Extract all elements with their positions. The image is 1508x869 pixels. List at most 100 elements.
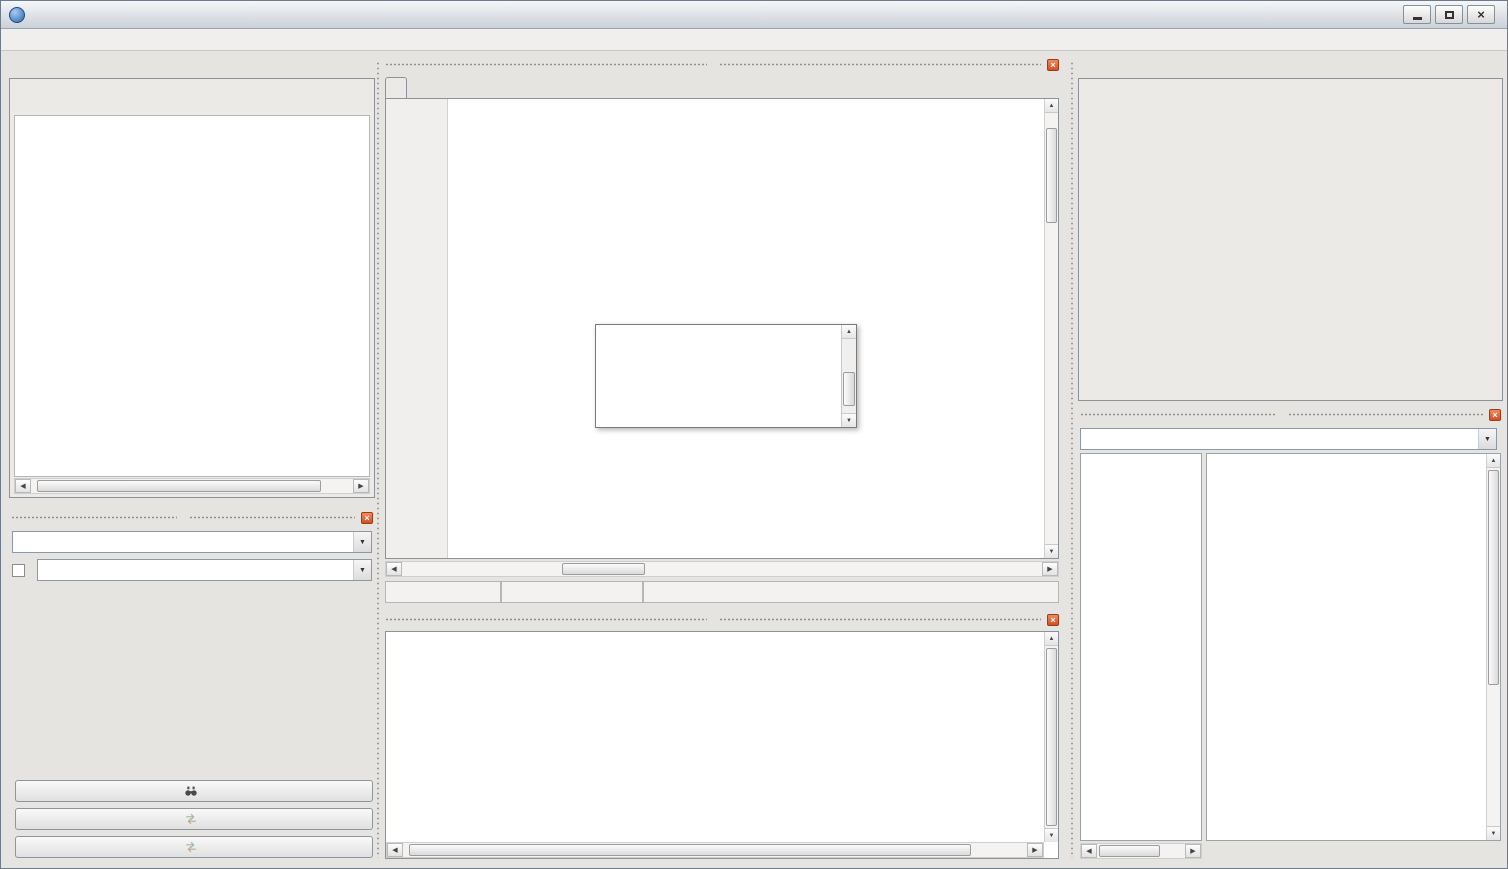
- library-hscrollbar[interactable]: ◀ ▶: [14, 478, 370, 494]
- close-panel-icon[interactable]: ×: [1047, 59, 1059, 71]
- configuration-editor: ◀ ▶ ▲ ▼: [1080, 453, 1501, 859]
- category-hscrollbar[interactable]: ◀ ▶: [1080, 843, 1202, 859]
- scrollbar-thumb[interactable]: [1099, 845, 1161, 857]
- scroll-down-button[interactable]: ▼: [1487, 826, 1500, 840]
- editor-statusbar: [385, 581, 1059, 603]
- find-button[interactable]: [15, 780, 373, 802]
- replace-all-icon: [184, 840, 198, 854]
- scrollbar-thumb[interactable]: [843, 372, 855, 405]
- scrollbar-track[interactable]: [1045, 113, 1058, 544]
- close-panel-icon[interactable]: ×: [1047, 614, 1059, 626]
- minimize-button[interactable]: [1403, 5, 1431, 24]
- scroll-down-button[interactable]: ▼: [1045, 828, 1058, 842]
- scrollbar-thumb[interactable]: [37, 480, 320, 492]
- close-panel-icon[interactable]: ×: [1489, 409, 1501, 421]
- header-grip: [385, 617, 707, 622]
- completion-popup[interactable]: ▲ ▼: [595, 324, 857, 428]
- window-controls: ×: [1403, 5, 1499, 24]
- maximize-button[interactable]: [1435, 5, 1463, 24]
- center-column: × ▲ ▼ ▲ ▼ ◀ ▶: [383, 56, 1061, 862]
- property-grid: ▲ ▼: [1206, 453, 1501, 841]
- replace-with-combo[interactable]: ▼: [37, 559, 372, 581]
- scrollbar-track[interactable]: [1097, 844, 1185, 858]
- search-replace-header: ×: [9, 509, 375, 526]
- scrollbar-thumb[interactable]: [1488, 470, 1499, 685]
- project-configuration-header: ×: [1078, 406, 1503, 423]
- close-button[interactable]: ×: [1467, 5, 1495, 24]
- library-manager-panel: ◀ ▶: [9, 78, 375, 498]
- binoculars-icon: [184, 784, 198, 798]
- replace-with-checkbox[interactable]: [12, 564, 25, 577]
- scroll-left-button[interactable]: ◀: [387, 843, 403, 857]
- close-panel-icon[interactable]: ×: [361, 512, 373, 524]
- scrollbar-track[interactable]: [1045, 646, 1058, 828]
- scroll-right-button[interactable]: ▶: [353, 479, 369, 493]
- messages-hscrollbar[interactable]: ◀ ▶: [386, 842, 1044, 858]
- configuration-selector-row: ▼: [1080, 427, 1501, 451]
- header-grip: [189, 515, 355, 520]
- project-inspector-panel: [1078, 78, 1503, 401]
- scrollbar-thumb[interactable]: [1046, 648, 1057, 826]
- scroll-right-button[interactable]: ▶: [1185, 844, 1201, 858]
- property-rows: [1207, 454, 1486, 840]
- scroll-up-button[interactable]: ▲: [1045, 632, 1058, 646]
- replace-with-row: ▼: [12, 559, 372, 581]
- file-path: [643, 581, 1059, 603]
- property-vscrollbar[interactable]: ▲ ▼: [1486, 454, 1500, 840]
- library-toolbar: [10, 79, 374, 111]
- scrollbar-thumb[interactable]: [562, 563, 645, 575]
- scrollbar-track[interactable]: [402, 562, 1042, 576]
- replace-all-button[interactable]: [15, 836, 373, 858]
- scrollbar-track[interactable]: [1487, 468, 1500, 826]
- replace-button[interactable]: [15, 808, 373, 830]
- scroll-left-button[interactable]: ◀: [15, 479, 31, 493]
- scroll-right-button[interactable]: ▶: [1027, 843, 1043, 857]
- scrollbar-track[interactable]: [31, 479, 353, 493]
- scroll-down-button[interactable]: ▼: [842, 413, 856, 427]
- chevron-down-icon[interactable]: ▼: [353, 532, 371, 552]
- right-column: × ▼ ◀ ▶ ▲ ▼: [1078, 56, 1503, 862]
- library-table[interactable]: [14, 115, 370, 477]
- scrollbar-track[interactable]: [842, 339, 856, 413]
- code-editor[interactable]: ▲ ▼ ▲ ▼: [385, 98, 1059, 559]
- maximize-icon: [1445, 11, 1454, 19]
- messages-header: ×: [383, 611, 1061, 628]
- messages-panel: ▲ ▼ ◀ ▶: [385, 631, 1059, 859]
- scroll-right-button[interactable]: ▶: [1042, 562, 1058, 576]
- editor-gutter: [386, 99, 448, 558]
- scroll-up-button[interactable]: ▲: [842, 325, 856, 339]
- left-column: ◀ ▶ × ▼ ▼: [9, 56, 375, 862]
- scrollbar-track[interactable]: [403, 843, 1027, 857]
- replace-icon: [184, 812, 198, 826]
- search-term-combo[interactable]: ▼: [12, 531, 372, 553]
- scroll-left-button[interactable]: ◀: [1081, 844, 1097, 858]
- replace-with-value: [38, 560, 353, 580]
- scroll-down-button[interactable]: ▼: [1045, 544, 1058, 558]
- inspector-toolbar: [1079, 79, 1502, 111]
- caret-position: [385, 581, 501, 603]
- header-grip: [11, 515, 177, 520]
- left-splitter[interactable]: [376, 61, 381, 858]
- category-list: [1080, 453, 1202, 841]
- configuration-value: [1081, 429, 1478, 449]
- chevron-down-icon[interactable]: ▼: [1478, 429, 1496, 449]
- chevron-down-icon[interactable]: ▼: [353, 560, 371, 580]
- scroll-left-button[interactable]: ◀: [386, 562, 402, 576]
- minimize-icon: [1413, 17, 1422, 20]
- editor-vscrollbar[interactable]: ▲ ▼: [1044, 99, 1058, 558]
- scroll-up-button[interactable]: ▲: [1487, 454, 1500, 468]
- scrollbar-thumb[interactable]: [1046, 128, 1057, 223]
- header-grip: [1288, 412, 1484, 417]
- header-grip: [385, 62, 707, 67]
- document-tab-bar: [385, 76, 407, 98]
- scrollbar-thumb[interactable]: [409, 844, 971, 856]
- configuration-combo[interactable]: ▼: [1080, 428, 1497, 450]
- editor-hscrollbar[interactable]: ◀ ▶: [385, 561, 1059, 577]
- app-window: × ◀ ▶ ×: [0, 0, 1508, 869]
- inspector-tab-bar: [1078, 56, 1503, 78]
- completion-scrollbar[interactable]: ▲ ▼: [841, 325, 856, 427]
- tab-iz-properties[interactable]: [385, 77, 407, 99]
- right-splitter[interactable]: [1070, 61, 1075, 858]
- messages-vscrollbar[interactable]: ▲ ▼: [1044, 632, 1058, 842]
- scroll-up-button[interactable]: ▲: [1045, 99, 1058, 113]
